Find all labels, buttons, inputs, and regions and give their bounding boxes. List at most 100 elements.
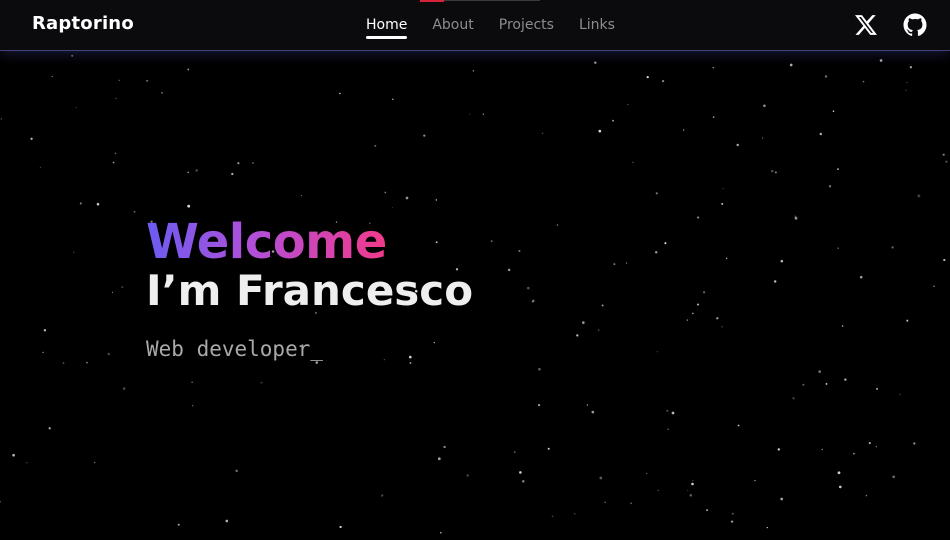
star	[906, 81, 908, 83]
star	[766, 526, 768, 529]
star	[93, 461, 96, 464]
star	[789, 63, 793, 67]
nav-link-about[interactable]: About	[432, 16, 473, 34]
star	[736, 143, 739, 147]
star	[191, 381, 193, 384]
star	[794, 215, 796, 217]
star	[96, 202, 100, 206]
star	[696, 303, 700, 306]
star	[706, 509, 709, 512]
star	[702, 291, 706, 294]
brand-logo[interactable]: Raptorino	[32, 13, 134, 34]
star	[556, 224, 559, 226]
github-icon[interactable]	[903, 13, 927, 37]
star	[538, 367, 541, 371]
nav-link-home[interactable]: Home	[366, 16, 408, 39]
star	[122, 387, 126, 390]
star	[828, 185, 832, 188]
star	[899, 393, 901, 396]
star	[664, 242, 667, 245]
star	[825, 382, 828, 385]
star	[75, 106, 77, 109]
hero-section: Welcome I’m Francesco Web developer_	[146, 214, 473, 364]
star	[654, 251, 658, 254]
star	[913, 442, 916, 445]
star	[118, 79, 120, 81]
star	[730, 520, 734, 523]
star	[43, 329, 47, 332]
star	[661, 79, 665, 83]
star	[716, 317, 719, 320]
star	[712, 66, 715, 69]
star	[780, 259, 784, 263]
star	[384, 191, 387, 194]
star	[374, 144, 377, 147]
star	[646, 75, 649, 79]
star	[42, 351, 44, 354]
star	[30, 137, 33, 140]
star	[692, 312, 694, 315]
star	[380, 494, 384, 497]
star	[472, 70, 474, 72]
star	[626, 262, 628, 264]
star	[731, 512, 734, 515]
star	[300, 195, 303, 197]
star	[666, 409, 669, 412]
star	[875, 387, 879, 390]
star	[522, 480, 525, 483]
star	[891, 246, 894, 249]
nav-link-projects[interactable]: Projects	[499, 16, 554, 34]
star	[235, 469, 238, 473]
star	[435, 199, 438, 201]
star	[423, 134, 426, 137]
star	[868, 442, 871, 445]
star	[437, 457, 441, 461]
star	[692, 480, 694, 482]
star	[187, 171, 190, 174]
welcome-heading: Welcome	[146, 214, 387, 270]
star	[775, 171, 777, 174]
top-accent-bar	[420, 0, 444, 2]
star	[841, 325, 844, 327]
star	[187, 204, 191, 208]
x-twitter-icon[interactable]	[855, 14, 877, 36]
star	[591, 410, 595, 414]
star	[513, 451, 516, 453]
star	[161, 92, 163, 94]
star	[612, 119, 614, 122]
star	[62, 362, 65, 364]
nav-link-links[interactable]: Links	[579, 16, 615, 34]
top-accent-line	[444, 0, 540, 1]
star	[581, 321, 585, 324]
star	[942, 153, 945, 156]
star	[107, 352, 110, 356]
star	[859, 275, 863, 279]
star	[225, 519, 229, 523]
star	[763, 104, 766, 108]
star	[252, 162, 254, 164]
star	[260, 381, 263, 384]
star	[547, 447, 550, 450]
star	[39, 166, 42, 169]
star	[133, 210, 136, 213]
star	[443, 445, 446, 449]
star	[195, 169, 198, 172]
star	[598, 129, 602, 133]
star	[905, 89, 907, 91]
star	[721, 326, 723, 328]
star	[538, 404, 541, 407]
star	[597, 329, 600, 332]
star	[187, 68, 190, 71]
star	[613, 263, 616, 266]
star	[770, 169, 774, 173]
star	[837, 247, 839, 249]
star	[177, 523, 180, 526]
star	[819, 132, 823, 136]
star	[865, 494, 868, 497]
star	[655, 192, 658, 195]
star	[466, 474, 469, 477]
star	[405, 196, 409, 200]
star	[594, 61, 597, 64]
star	[696, 216, 700, 219]
star	[599, 476, 603, 480]
